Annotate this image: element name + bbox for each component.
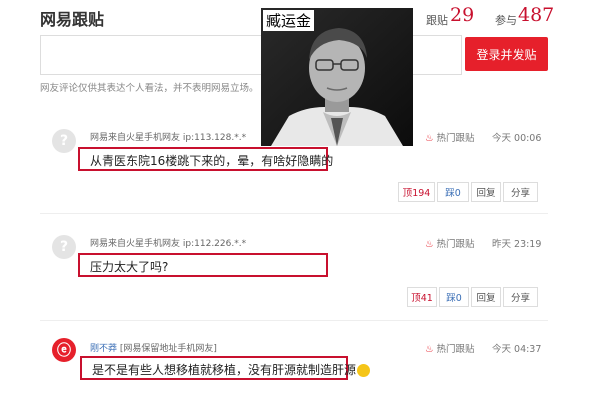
comment-username[interactable]: 刚不莽 bbox=[90, 344, 117, 354]
share-button[interactable]: 分享 bbox=[503, 182, 538, 202]
smile-emoji-icon bbox=[357, 364, 371, 377]
portrait-photo: 臧运金 bbox=[261, 8, 413, 146]
comment-ip: ip:113.128.*.* bbox=[182, 133, 247, 143]
page-title: 网易跟贴 bbox=[40, 10, 105, 29]
downvote-button[interactable]: 踩0 bbox=[439, 287, 469, 307]
hot-comment-tag: ♨ 热门跟贴 bbox=[425, 344, 475, 355]
reply-button[interactable]: 回复 bbox=[471, 287, 501, 307]
comment-time: 今天 00:06 bbox=[492, 133, 542, 144]
comment-time: 今天 04:37 bbox=[492, 344, 542, 355]
comment-ip: ip:112.226.*.* bbox=[182, 239, 247, 249]
flame-icon: ♨ bbox=[425, 344, 434, 355]
downvote-button[interactable]: 踩0 bbox=[437, 182, 469, 202]
avatar[interactable]: ? bbox=[52, 129, 76, 153]
join-count-label: 参与 bbox=[495, 14, 517, 27]
comment-user-line: 网易来自火星手机网友 ip:112.226.*.* bbox=[90, 236, 246, 249]
join-count: 487 bbox=[518, 4, 555, 26]
comment-user-line: 刚不莽 [网易保留地址手机网友] bbox=[90, 341, 217, 354]
comment-username[interactable]: 网易来自火星手机网友 bbox=[90, 133, 180, 143]
comment-time: 昨天 23:19 bbox=[492, 239, 542, 250]
reply-button[interactable]: 回复 bbox=[471, 182, 501, 202]
upvote-button[interactable]: 顶194 bbox=[398, 182, 435, 202]
comment-user-line: 网易来自火星手机网友 ip:113.128.*.* bbox=[90, 130, 246, 143]
avatar[interactable]: ? bbox=[52, 235, 76, 259]
hot-comment-tag: ♨ 热门跟贴 bbox=[425, 239, 475, 250]
follow-count: 29 bbox=[450, 4, 475, 26]
comment-text: 从青医东院16楼跳下来的，晕，有啥好隐瞒的 bbox=[78, 147, 333, 171]
share-button[interactable]: 分享 bbox=[503, 287, 538, 307]
comment-text: 是不是有些人想移植就移植，没有肝源就制造肝源 bbox=[80, 356, 371, 380]
comment-divider bbox=[40, 213, 548, 214]
avatar[interactable]: ⓔ bbox=[52, 338, 76, 362]
login-and-post-button[interactable]: 登录并发贴 bbox=[465, 37, 548, 71]
flame-icon: ♨ bbox=[425, 239, 434, 250]
comment-divider bbox=[40, 320, 548, 321]
upvote-button[interactable]: 顶41 bbox=[407, 287, 437, 307]
disclaimer-text: 网友评论仅供其表达个人看法，并不表明网易立场。 bbox=[40, 83, 259, 94]
comment-username[interactable]: 网易来自火星手机网友 bbox=[90, 239, 180, 249]
hot-comment-tag: ♨ 热门跟贴 bbox=[425, 133, 475, 144]
comment-location: [网易保留地址手机网友] bbox=[119, 344, 217, 354]
photo-caption: 臧运金 bbox=[263, 10, 315, 31]
flame-icon: ♨ bbox=[425, 133, 434, 144]
comment-text: 压力太大了吗? bbox=[78, 253, 328, 277]
follow-count-label: 跟贴 bbox=[426, 14, 448, 27]
